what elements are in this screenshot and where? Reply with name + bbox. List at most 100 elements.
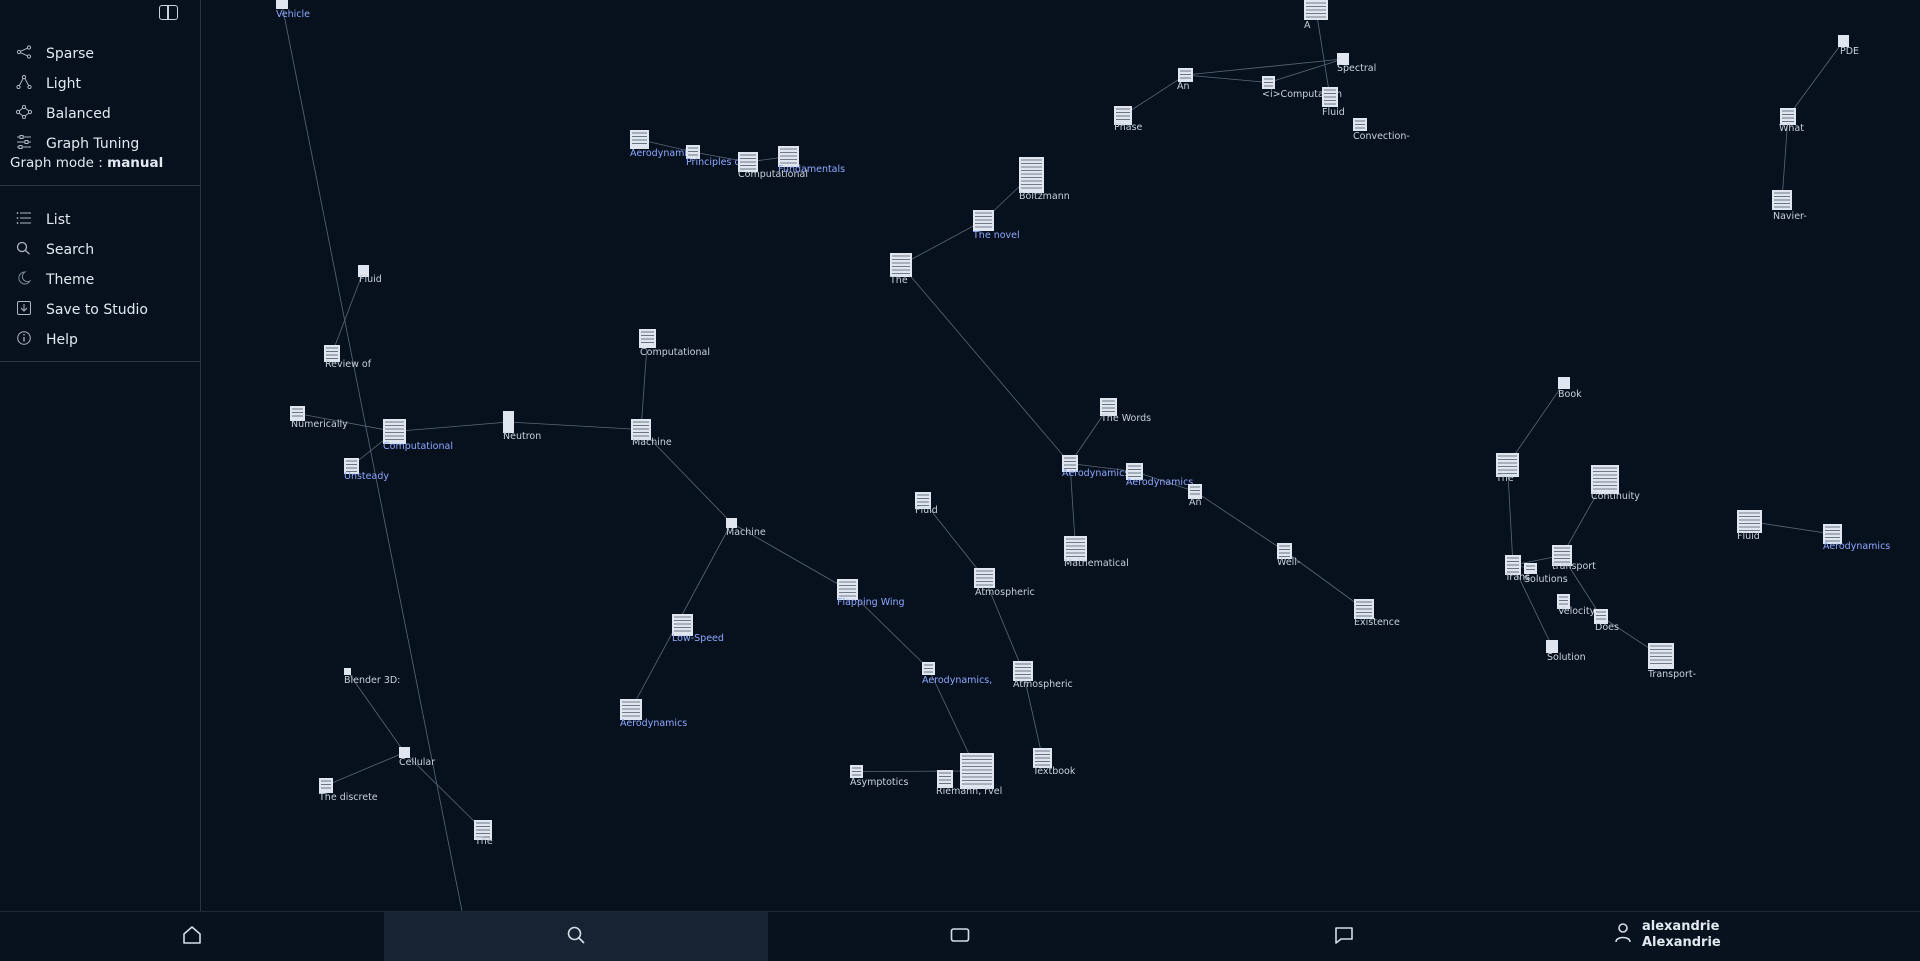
list-button[interactable]: List — [16, 208, 70, 232]
document-thumbnail[interactable] — [276, 0, 288, 9]
layout-sparse-button[interactable]: Sparse — [16, 42, 94, 66]
graph-node[interactable]: Neutron — [503, 411, 541, 442]
save-to-studio-label: Save to Studio — [46, 302, 148, 318]
graph-node[interactable]: The — [1495, 453, 1519, 484]
graph-node[interactable]: Atmospheric — [1013, 661, 1073, 690]
node-label: Computational — [640, 347, 710, 358]
graph-node[interactable]: Asymptotics — [850, 765, 908, 788]
share-icon — [16, 45, 46, 63]
document-thumbnail[interactable] — [1591, 465, 1619, 494]
document-thumbnail[interactable] — [503, 411, 514, 433]
graph-edge — [325, 752, 405, 786]
chat-tab[interactable] — [1152, 912, 1536, 961]
graph-node[interactable]: Flapping Wing — [837, 579, 905, 608]
list-icon — [16, 211, 46, 229]
graph-node[interactable]: Fluid — [358, 265, 382, 285]
graph-node[interactable]: Aerodynamics, — [922, 662, 992, 686]
graph-node[interactable]: Continuity — [1591, 465, 1640, 502]
user-profile[interactable]: alexandrie Alexandrie — [1614, 919, 1721, 951]
graph-node[interactable]: The — [889, 253, 912, 286]
sidebar-toggle-icon[interactable] — [159, 5, 178, 20]
graph-node[interactable]: What — [1779, 108, 1804, 134]
graph-node[interactable]: Atmospheric — [974, 568, 1035, 598]
username: alexandrie — [1642, 919, 1720, 934]
graph-node[interactable]: Unsteady — [344, 458, 389, 482]
graph-node[interactable]: Aerodynamics — [1126, 463, 1193, 488]
graph-node[interactable]: Well- — [1277, 543, 1300, 568]
graph-node[interactable]: Spectral — [1337, 53, 1376, 74]
graph-edge — [394, 421, 509, 432]
node-label: Low-Speed — [672, 633, 724, 644]
graph-mode-status: Graph mode : manual — [10, 155, 163, 171]
graph-node[interactable]: The discrete — [318, 778, 378, 803]
graph-canvas[interactable]: VehicleASpectralPDEAn<i>ComputationFluid… — [0, 0, 1920, 911]
graph-node[interactable]: Blender 3D: — [344, 668, 400, 686]
graph-node[interactable]: Boltzmann — [1019, 157, 1070, 202]
sliders-icon — [16, 135, 46, 153]
graph-node[interactable]: Book — [1558, 377, 1582, 400]
graph-node[interactable]: Solution — [1546, 640, 1586, 663]
document-thumbnail[interactable] — [344, 668, 351, 675]
document-thumbnail[interactable] — [1558, 377, 1570, 389]
graph-node[interactable]: Machine — [631, 419, 672, 448]
graph-node[interactable] — [937, 770, 953, 788]
graph-node[interactable]: An — [1188, 484, 1202, 508]
graph-node[interactable]: Computational — [383, 419, 453, 452]
graph-tuning-button[interactable]: Graph Tuning — [16, 132, 139, 156]
graph-node[interactable]: The Words — [1100, 398, 1151, 424]
home-tab[interactable] — [0, 912, 384, 961]
graph-node[interactable]: transport — [1552, 545, 1596, 572]
graph-node[interactable]: Aerodynamics — [620, 699, 687, 729]
layout-light-button[interactable]: Light — [16, 72, 81, 96]
document-thumbnail[interactable] — [1524, 563, 1537, 574]
graph-node[interactable]: Vehicle — [276, 0, 310, 20]
graph-node[interactable]: Textbook — [1032, 748, 1076, 777]
document-thumbnail[interactable] — [1737, 510, 1762, 533]
node-label: Unsteady — [344, 471, 389, 482]
node-label: Continuity — [1591, 491, 1640, 502]
graph-edge — [1315, 9, 1331, 98]
node-label: The discrete — [318, 792, 378, 803]
studio-tab[interactable] — [768, 912, 1152, 961]
layout-balanced-button[interactable]: Balanced — [15, 102, 111, 126]
graph-node[interactable]: Low-Speed — [672, 614, 724, 644]
node-label: Book — [1558, 389, 1582, 400]
document-thumbnail[interactable] — [1648, 643, 1674, 669]
graph-node[interactable]: Review of — [324, 345, 372, 370]
graph-node[interactable]: Fluid — [915, 492, 938, 516]
node-label: Navier- — [1773, 211, 1807, 222]
graph-node[interactable]: Fluid — [1737, 510, 1762, 542]
graph-node[interactable]: Does — [1594, 609, 1619, 633]
theme-button[interactable]: Theme — [16, 268, 94, 292]
graph-node[interactable]: Numerically — [290, 406, 348, 430]
graph-node[interactable]: Convection- — [1353, 118, 1410, 142]
node-label: Fluid — [915, 505, 938, 516]
graph-node[interactable]: Principles of — [686, 145, 744, 168]
node-label: Review of — [325, 359, 372, 370]
graph-node[interactable]: Phase — [1114, 106, 1143, 133]
search-button[interactable]: Search — [16, 238, 94, 262]
node-label: Machine — [632, 437, 672, 448]
graph-node[interactable]: Navier- — [1772, 190, 1807, 222]
graph-node[interactable]: PDE — [1838, 35, 1859, 57]
node-label: Aerodynamics — [1062, 468, 1129, 479]
graph-node[interactable]: The novel — [972, 210, 1020, 241]
graph-node[interactable]: A — [1304, 0, 1328, 31]
graph-node[interactable]: Existence — [1354, 599, 1400, 628]
graph-node[interactable]: An — [1177, 68, 1193, 92]
graph-node[interactable]: Mathematical — [1064, 536, 1129, 569]
graph-node[interactable]: Aerodynamics — [1823, 524, 1890, 552]
graph-node[interactable]: Computational — [639, 329, 710, 358]
graph-node[interactable]: Velocity — [1557, 594, 1596, 617]
graph-node[interactable]: Transport- — [1647, 643, 1696, 680]
search-tab[interactable] — [384, 912, 768, 961]
graph-node[interactable]: Machine — [726, 518, 766, 538]
help-button[interactable]: Help — [16, 328, 78, 352]
node-label: Numerically — [291, 419, 348, 430]
graph-node[interactable]: The — [474, 820, 493, 847]
save-to-studio-button[interactable]: Save to Studio — [16, 298, 148, 322]
node-label: Aerodynamics — [620, 718, 687, 729]
graph-node[interactable]: Fundamentals — [778, 146, 845, 175]
document-thumbnail[interactable] — [319, 778, 333, 793]
document-thumbnail[interactable] — [1178, 68, 1193, 82]
